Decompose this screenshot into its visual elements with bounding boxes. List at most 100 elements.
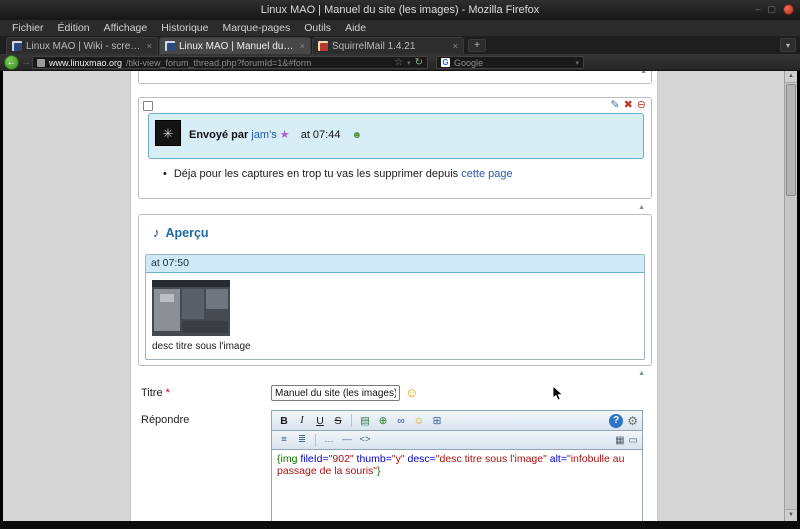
syntax-token: } <box>377 465 381 477</box>
close-button[interactable] <box>783 4 794 15</box>
window-titlebar: Linux MAO | Manuel du site (les images) … <box>0 0 800 20</box>
remove-post-icon[interactable]: ⊖ <box>637 99 646 112</box>
menu-item-fichier[interactable]: Fichier <box>5 22 51 34</box>
back-button[interactable]: ← <box>4 55 19 70</box>
editor-textarea[interactable]: {img fileId="902" thumb="y" desc="desc t… <box>271 450 643 521</box>
tab-close-icon[interactable]: × <box>147 41 152 51</box>
tab-close-icon[interactable]: × <box>300 41 305 51</box>
reply-editor: B I U S ▤ ⊕ ∞ ☺ ⊞ ? ⚙ ≡ ≣ <box>271 410 643 521</box>
navigation-toolbar: ← → www.linuxmao.org /tiki-view_forum_th… <box>0 54 800 71</box>
search-dropdown-icon[interactable]: ▾ <box>575 59 579 67</box>
author-link[interactable]: jam's <box>251 129 276 141</box>
unordered-list-icon[interactable]: ≡ <box>276 432 292 448</box>
preview-thumbnail[interactable] <box>152 280 230 336</box>
search-input-value: Google <box>454 58 571 68</box>
tab-close-icon[interactable]: × <box>453 41 458 51</box>
editor-line: {img fileId="902" thumb="y" desc="desc t… <box>277 453 637 465</box>
minimize-button[interactable]: – <box>755 4 760 15</box>
fullscreen-icon[interactable]: ▭ <box>629 435 638 446</box>
post-time: at 07:44 <box>301 129 341 141</box>
scroll-top-anchor[interactable]: ▲ <box>640 71 647 76</box>
external-link-icon[interactable]: ⊕ <box>375 413 391 429</box>
new-tab-button[interactable]: + <box>468 39 486 52</box>
scrollbar-thumb[interactable] <box>786 84 796 196</box>
scrollbar-down-icon[interactable]: ▼ <box>785 509 797 521</box>
syntax-token: fileId= <box>300 453 328 465</box>
italic-button[interactable]: I <box>294 413 310 429</box>
menu-item-aide[interactable]: Aide <box>338 22 373 34</box>
page-scrollbar[interactable]: ▲ ▼ <box>784 71 797 521</box>
ordered-list-icon[interactable]: ≣ <box>294 432 310 448</box>
window-title: Linux MAO | Manuel du site (les images) … <box>261 4 540 16</box>
syntax-token: thumb= <box>357 453 392 465</box>
reply-label: Répondre <box>141 414 189 426</box>
online-status-icon: ☻ <box>352 130 363 141</box>
syntax-token: "infobulle au <box>567 453 624 465</box>
window-border <box>0 521 800 529</box>
help-icon[interactable]: ? <box>609 414 623 428</box>
code-icon[interactable]: <> <box>357 432 373 448</box>
syntax-token: "902" <box>329 453 357 465</box>
preview-time: at 07:50 <box>146 255 644 273</box>
special-chars-icon[interactable]: … <box>321 432 337 448</box>
bookmark-star-icon[interactable]: ☆ <box>394 58 403 68</box>
syntax-token: {img <box>277 453 300 465</box>
forward-button[interactable]: → <box>21 57 31 68</box>
tab-manuel-du-site[interactable]: Linux MAO | Manuel du site (les im… × <box>159 37 311 54</box>
image-icon[interactable]: ▤ <box>357 413 373 429</box>
list-tabs-button[interactable]: ▾ <box>780 38 796 52</box>
tab-bar: Linux MAO | Wiki - screenshots × Linux M… <box>0 36 800 54</box>
syntax-token: passage de la souris" <box>277 465 377 477</box>
editor-toolbar-1: B I U S ▤ ⊕ ∞ ☺ ⊞ ? ⚙ <box>271 410 643 431</box>
tab-label: SquirrelMail 1.4.21 <box>332 41 449 52</box>
url-dropdown-icon[interactable]: ▾ <box>407 59 411 67</box>
syntax-token: desc= <box>408 453 436 465</box>
bullet-icon: • <box>163 168 167 180</box>
tab-label: Linux MAO | Wiki - screenshots <box>26 41 143 52</box>
url-bar[interactable]: www.linuxmao.org /tiki-view_forum_thread… <box>32 56 428 69</box>
reload-icon[interactable]: ↻ <box>415 58 423 68</box>
menu-item-outils[interactable]: Outils <box>297 22 338 34</box>
scrollbar-up-icon[interactable]: ▲ <box>785 71 797 83</box>
forum-post: ✎ ✖ ⊖ ✳ Envoyé par jam's ★ at 07:44 ☻ • D… <box>138 97 652 199</box>
menu-item-edition[interactable]: Édition <box>51 22 97 34</box>
title-input[interactable] <box>271 385 400 401</box>
user-avatar: ✳ <box>155 120 181 146</box>
horizontal-rule-icon[interactable]: — <box>339 432 355 448</box>
menu-item-affichage[interactable]: Affichage <box>97 22 155 34</box>
smiley-icon[interactable]: ☺ <box>411 413 427 429</box>
maximize-button[interactable]: ▢ <box>767 4 776 15</box>
cette-page-link[interactable]: cette page <box>461 168 512 180</box>
browser-viewport: ▲ ✎ ✖ ⊖ ✳ Envoyé par jam's ★ at 07:44 <box>3 71 797 521</box>
edit-post-icon[interactable]: ✎ <box>610 99 619 112</box>
preview-panel: ♪ Aperçu at 07:50 desc titre sous l'imag… <box>138 214 652 366</box>
switch-editor-icon[interactable]: ▦ <box>615 435 624 446</box>
link-icon[interactable]: ∞ <box>393 413 409 429</box>
search-bar[interactable]: G Google ▾ <box>436 56 584 69</box>
post-header: ✳ Envoyé par jam's ★ at 07:44 ☻ <box>148 113 644 159</box>
sent-by-label: Envoyé par <box>189 129 248 141</box>
strike-button[interactable]: S <box>330 413 346 429</box>
wrench-icon[interactable]: ⚙ <box>627 414 638 428</box>
post-select-checkbox[interactable] <box>143 101 153 111</box>
star-icon: ★ <box>280 129 290 141</box>
google-icon: G <box>441 58 450 67</box>
bold-button[interactable]: B <box>276 413 292 429</box>
table-icon[interactable]: ⊞ <box>429 413 445 429</box>
scroll-top-anchor[interactable]: ▲ <box>638 204 645 212</box>
menu-item-historique[interactable]: Historique <box>154 22 215 34</box>
title-label: Titre* <box>141 387 170 399</box>
image-caption: desc titre sous l'image <box>152 341 251 352</box>
syntax-token: alt= <box>550 453 567 465</box>
squirrelmail-favicon <box>318 41 328 51</box>
menu-item-marque-pages[interactable]: Marque-pages <box>216 22 298 34</box>
tab-squirrelmail[interactable]: SquirrelMail 1.4.21 × <box>312 37 464 54</box>
scroll-top-anchor[interactable]: ▲ <box>638 370 645 378</box>
post-text: Déja pour les captures en trop tu vas le… <box>174 168 458 180</box>
tab-label: Linux MAO | Manuel du site (les im… <box>179 41 296 52</box>
underline-button[interactable]: U <box>312 413 328 429</box>
smiley-picker-icon[interactable]: ☺ <box>405 385 418 400</box>
delete-post-icon[interactable]: ✖ <box>624 99 633 112</box>
tab-wiki-screenshots[interactable]: Linux MAO | Wiki - screenshots × <box>6 37 158 54</box>
url-domain: www.linuxmao.org <box>49 58 122 68</box>
